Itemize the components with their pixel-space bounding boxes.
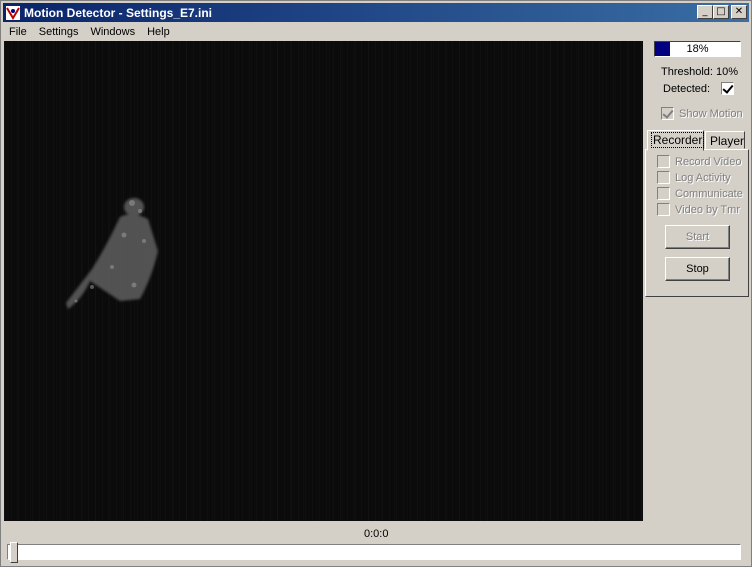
communicate-checkbox[interactable] bbox=[657, 187, 670, 200]
tab-player-label: Player bbox=[710, 134, 745, 148]
communicate-label: Communicate bbox=[675, 187, 743, 200]
menu-file[interactable]: File bbox=[3, 26, 33, 38]
detected-checkbox[interactable] bbox=[721, 82, 734, 95]
start-button[interactable]: Start bbox=[665, 225, 730, 249]
communicate-option[interactable]: Communicate bbox=[657, 187, 743, 200]
show-motion-option[interactable]: Show Motion bbox=[661, 107, 743, 120]
motion-level-label: 18% bbox=[686, 43, 709, 55]
window-title: Motion Detector - Settings_E7.ini bbox=[24, 5, 213, 20]
menu-windows[interactable]: Windows bbox=[84, 26, 141, 38]
record-video-option[interactable]: Record Video bbox=[657, 155, 741, 168]
motion-detector-app-icon[interactable] bbox=[5, 5, 21, 21]
show-motion-label: Show Motion bbox=[679, 107, 743, 120]
playback-slider-thumb[interactable] bbox=[10, 542, 18, 563]
menu-bar: File Settings Windows Help bbox=[3, 23, 176, 41]
log-activity-checkbox[interactable] bbox=[657, 171, 670, 184]
playback-time: 0:0:0 bbox=[364, 528, 389, 540]
record-video-checkbox[interactable] bbox=[657, 155, 670, 168]
tab-player[interactable]: Player bbox=[705, 131, 745, 149]
video-by-timer-label: Video by Tmr bbox=[675, 203, 741, 216]
close-button[interactable]: ✕ bbox=[731, 5, 747, 19]
stop-button[interactable]: Stop bbox=[665, 257, 730, 281]
motion-level-bar: 18% bbox=[654, 41, 741, 57]
video-by-timer-checkbox[interactable] bbox=[657, 203, 670, 216]
menu-settings[interactable]: Settings bbox=[33, 26, 85, 38]
stop-button-label: Stop bbox=[686, 263, 709, 275]
tab-recorder[interactable]: Recorder bbox=[647, 130, 705, 151]
tab-recorder-label: Recorder bbox=[650, 132, 705, 148]
video-display bbox=[4, 41, 643, 521]
threshold-label: Threshold: 10% bbox=[661, 66, 739, 78]
video-by-timer-option[interactable]: Video by Tmr bbox=[657, 203, 740, 216]
record-video-label: Record Video bbox=[675, 155, 742, 168]
playback-slider-track[interactable] bbox=[7, 544, 741, 560]
log-activity-label: Log Activity bbox=[675, 171, 731, 184]
maximize-button[interactable]: □ bbox=[713, 5, 729, 19]
motion-silhouette bbox=[66, 198, 158, 309]
minimize-button[interactable]: _ bbox=[697, 5, 713, 19]
menu-help[interactable]: Help bbox=[141, 26, 176, 38]
window-controls: _ □ ✕ bbox=[697, 5, 747, 19]
log-activity-option[interactable]: Log Activity bbox=[657, 171, 731, 184]
show-motion-checkbox[interactable] bbox=[661, 107, 674, 120]
detected-label: Detected: bbox=[663, 83, 711, 95]
title-bar[interactable]: Motion Detector - Settings_E7.ini _ □ ✕ bbox=[3, 3, 749, 22]
start-button-label: Start bbox=[685, 231, 710, 243]
